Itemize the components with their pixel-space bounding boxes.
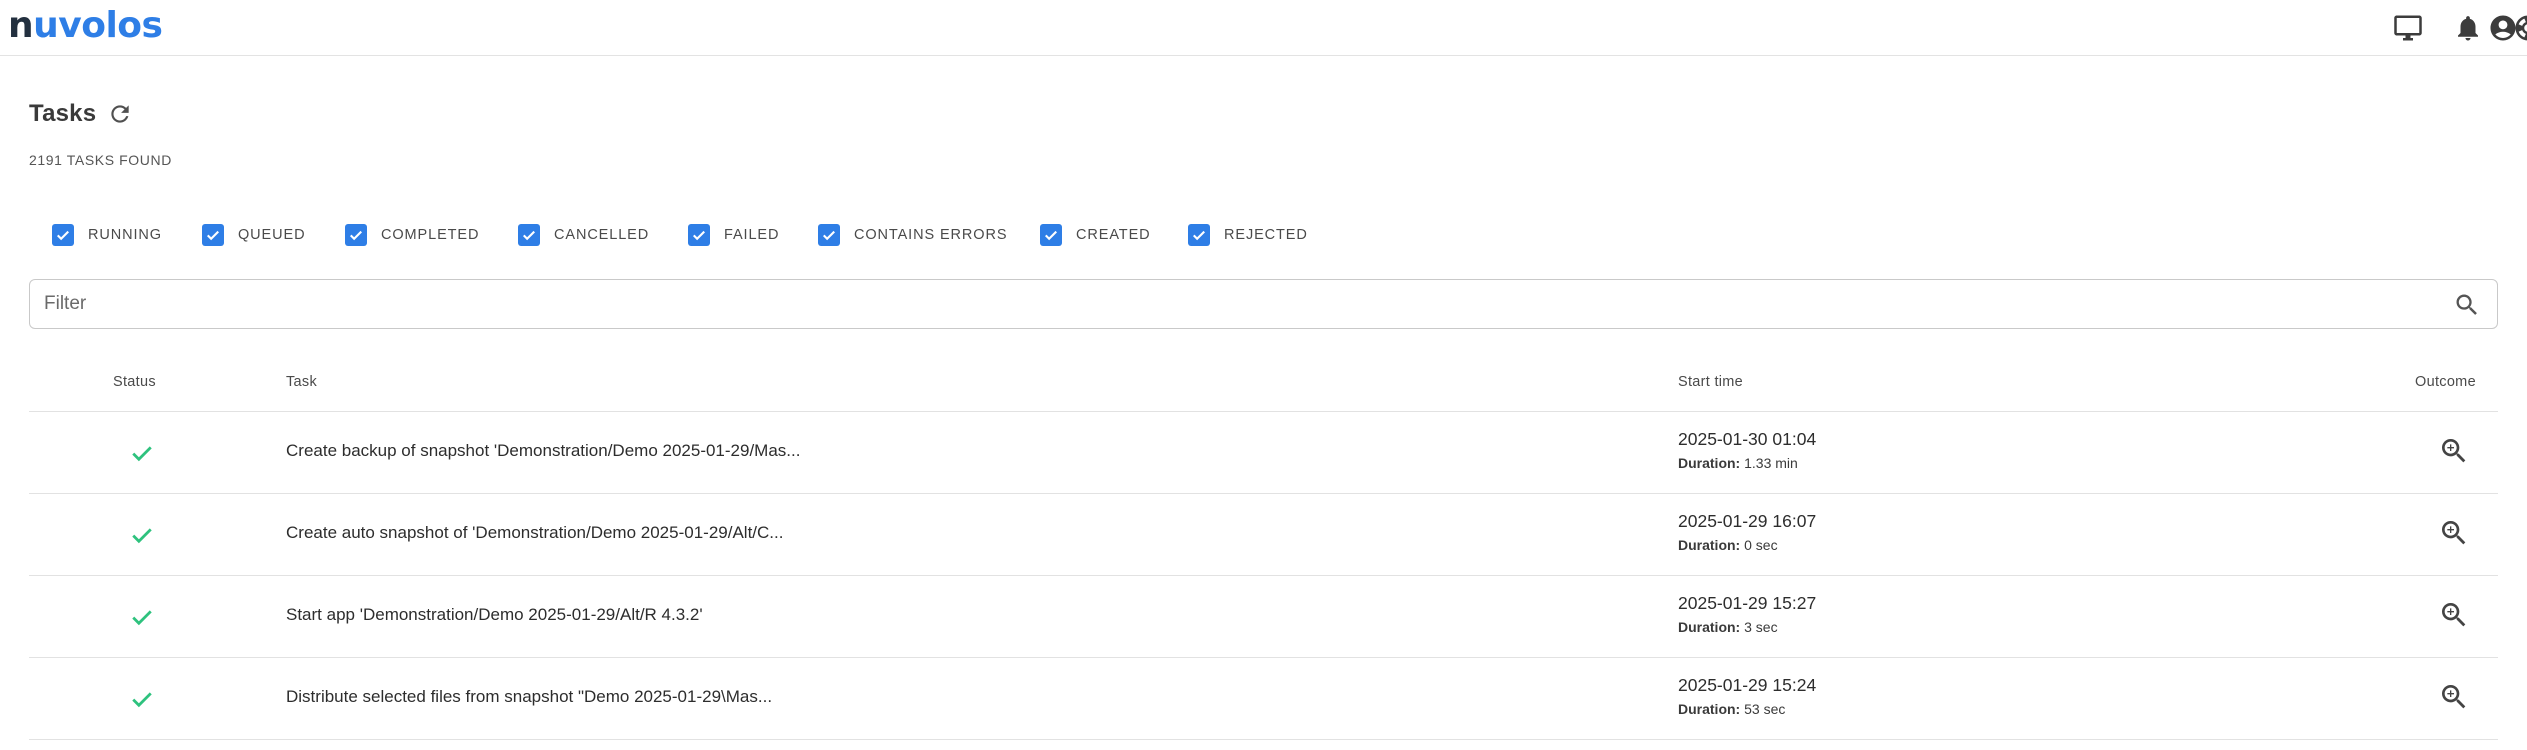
check-icon bbox=[127, 684, 157, 714]
logo-rest: uvolos bbox=[33, 5, 163, 46]
column-header-status[interactable]: Status bbox=[113, 374, 156, 390]
task-name: Create auto snapshot of 'Demonstration/D… bbox=[286, 523, 784, 542]
filter-cancelled[interactable]: CANCELLED bbox=[518, 222, 649, 248]
start-time: 2025-01-30 01:04 bbox=[1678, 429, 1817, 449]
checkbox-checked-icon[interactable] bbox=[345, 224, 367, 246]
bell-icon[interactable] bbox=[2452, 12, 2484, 44]
zoom-in-icon[interactable] bbox=[2438, 681, 2470, 713]
account-icon[interactable] bbox=[2487, 12, 2519, 44]
checkbox-checked-icon[interactable] bbox=[518, 224, 540, 246]
tasks-table: Status Task Start time Outcome Create ba… bbox=[29, 362, 2498, 740]
filter-failed[interactable]: FAILED bbox=[688, 222, 779, 248]
filter-label: CONTAINS ERRORS bbox=[854, 227, 1008, 243]
column-header-task[interactable]: Task bbox=[286, 374, 317, 390]
logo-prefix: n bbox=[8, 5, 34, 46]
checkbox-checked-icon[interactable] bbox=[1188, 224, 1210, 246]
filter-input[interactable] bbox=[44, 280, 2424, 328]
check-icon bbox=[127, 438, 157, 468]
check-icon bbox=[127, 602, 157, 632]
checkbox-checked-icon[interactable] bbox=[202, 224, 224, 246]
monitor-icon[interactable] bbox=[2392, 12, 2424, 44]
filter-completed[interactable]: COMPLETED bbox=[345, 222, 479, 248]
nuvolos-logo[interactable]: nuvolos bbox=[8, 4, 163, 48]
start-time-cell: 2025-01-29 16:07 Duration: 0 sec bbox=[1678, 511, 1816, 553]
zoom-in-icon[interactable] bbox=[2438, 435, 2470, 467]
filter-created[interactable]: CREATED bbox=[1040, 222, 1151, 248]
duration-label: Duration: bbox=[1678, 619, 1741, 635]
duration-label: Duration: bbox=[1678, 701, 1741, 717]
start-time: 2025-01-29 16:07 bbox=[1678, 511, 1817, 531]
filter-label: CANCELLED bbox=[554, 227, 650, 243]
top-app-bar: nuvolos bbox=[0, 0, 2527, 56]
table-row[interactable]: Distribute selected files from snapshot … bbox=[29, 658, 2498, 740]
duration-label: Duration: bbox=[1678, 455, 1741, 471]
duration: Duration: 53 sec bbox=[1678, 701, 1816, 717]
table-header: Status Task Start time Outcome bbox=[29, 362, 2498, 412]
filter-label: CREATED bbox=[1076, 227, 1151, 243]
checkbox-checked-icon[interactable] bbox=[818, 224, 840, 246]
duration-value: 1.33 min bbox=[1744, 455, 1798, 471]
duration: Duration: 1.33 min bbox=[1678, 455, 1816, 471]
zoom-in-icon[interactable] bbox=[2438, 517, 2470, 549]
page-title: Tasks bbox=[29, 100, 97, 127]
start-time: 2025-01-29 15:24 bbox=[1678, 675, 1817, 695]
start-time-cell: 2025-01-29 15:27 Duration: 3 sec bbox=[1678, 593, 1816, 635]
table-row[interactable]: Create backup of snapshot 'Demonstration… bbox=[29, 412, 2498, 494]
filter-rejected[interactable]: REJECTED bbox=[1188, 222, 1308, 248]
start-time: 2025-01-29 15:27 bbox=[1678, 593, 1817, 613]
zoom-in-icon[interactable] bbox=[2438, 599, 2470, 631]
page-header: Tasks bbox=[29, 98, 134, 130]
filter-label: RUNNING bbox=[88, 227, 162, 243]
duration-value: 53 sec bbox=[1744, 701, 1786, 717]
filter-contains-errors[interactable]: CONTAINS ERRORS bbox=[818, 222, 1007, 248]
filter-field bbox=[29, 279, 2498, 329]
start-time-cell: 2025-01-29 15:24 Duration: 53 sec bbox=[1678, 675, 1816, 717]
duration-label: Duration: bbox=[1678, 537, 1741, 553]
task-name: Create backup of snapshot 'Demonstration… bbox=[286, 441, 801, 460]
column-header-start-time[interactable]: Start time bbox=[1678, 374, 1743, 390]
checkbox-checked-icon[interactable] bbox=[52, 224, 74, 246]
filter-running[interactable]: RUNNING bbox=[52, 222, 162, 248]
status-filters: RUNNING QUEUED COMPLETED CANCELLED FAILE… bbox=[52, 222, 2452, 248]
duration: Duration: 3 sec bbox=[1678, 619, 1816, 635]
check-icon bbox=[127, 520, 157, 550]
filter-label: COMPLETED bbox=[381, 227, 480, 243]
checkbox-checked-icon[interactable] bbox=[688, 224, 710, 246]
duration: Duration: 0 sec bbox=[1678, 537, 1816, 553]
filter-queued[interactable]: QUEUED bbox=[202, 222, 305, 248]
table-row[interactable]: Start app 'Demonstration/Demo 2025-01-29… bbox=[29, 576, 2498, 658]
filter-label: FAILED bbox=[724, 227, 780, 243]
column-header-outcome: Outcome bbox=[2415, 374, 2476, 390]
search-icon[interactable] bbox=[2453, 291, 2481, 319]
task-name: Start app 'Demonstration/Demo 2025-01-29… bbox=[286, 605, 703, 624]
checkbox-checked-icon[interactable] bbox=[1040, 224, 1062, 246]
refresh-icon[interactable] bbox=[106, 100, 134, 128]
filter-label: QUEUED bbox=[238, 227, 306, 243]
duration-value: 3 sec bbox=[1744, 619, 1778, 635]
start-time-cell: 2025-01-30 01:04 Duration: 1.33 min bbox=[1678, 429, 1816, 471]
filter-label: REJECTED bbox=[1224, 227, 1308, 243]
duration-value: 0 sec bbox=[1744, 537, 1778, 553]
tasks-count: 2191 TASKS FOUND bbox=[29, 152, 172, 168]
task-name: Distribute selected files from snapshot … bbox=[286, 687, 773, 706]
table-row[interactable]: Create auto snapshot of 'Demonstration/D… bbox=[29, 494, 2498, 576]
